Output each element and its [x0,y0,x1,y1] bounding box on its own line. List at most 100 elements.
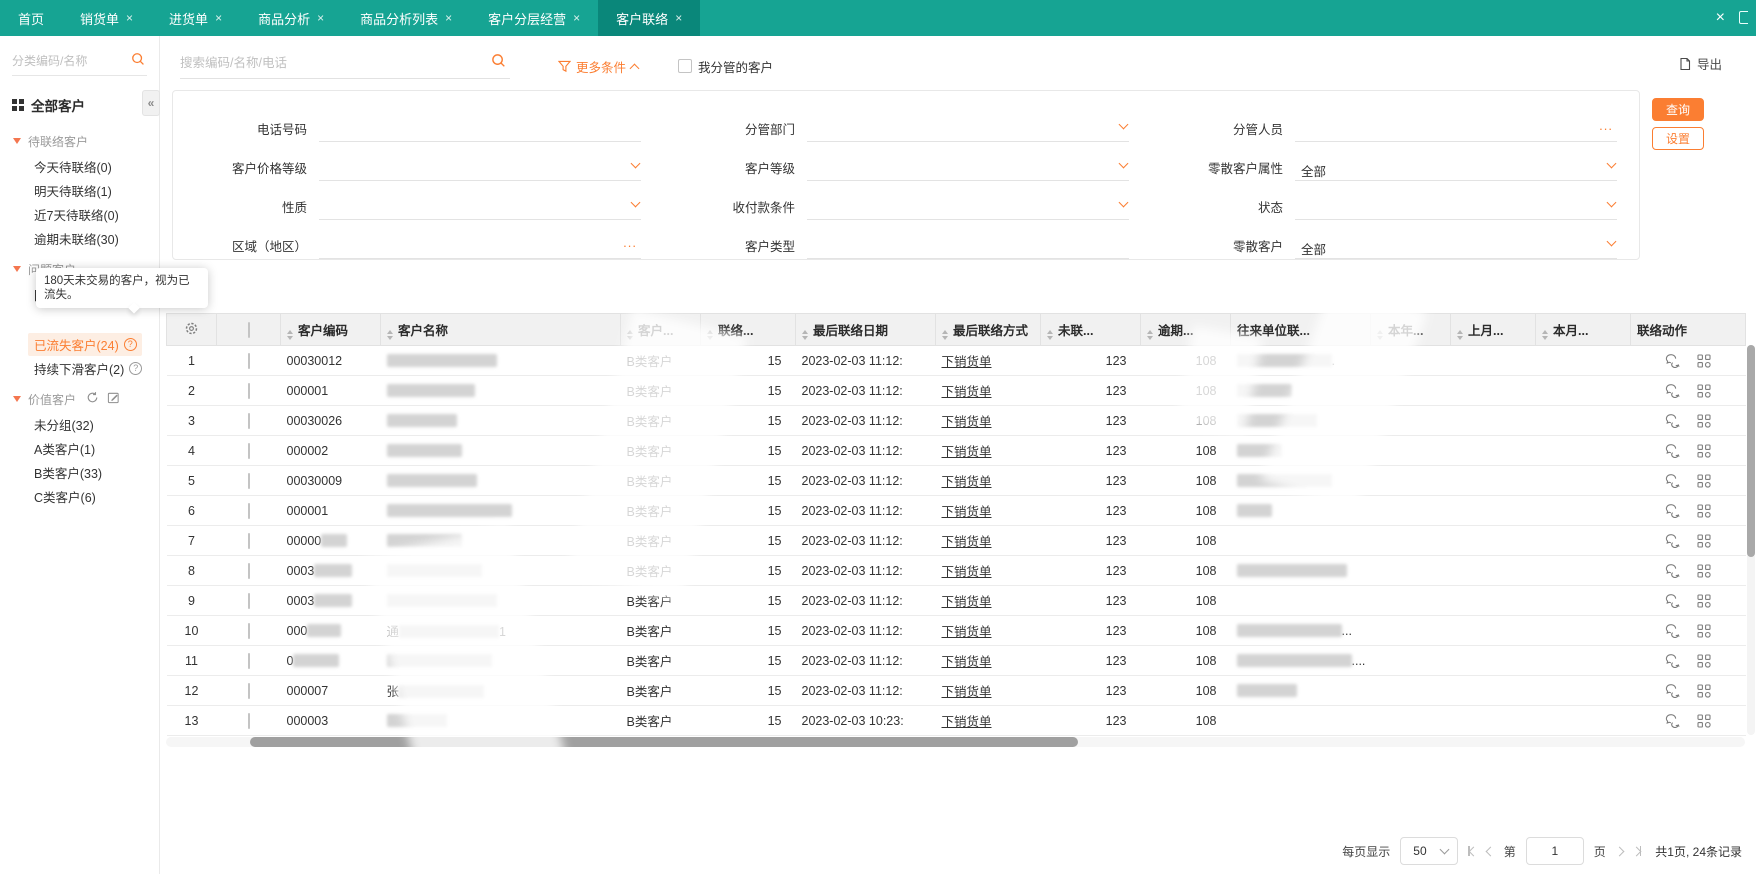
chat-action-icon[interactable] [1665,353,1681,368]
column-header-name[interactable]: 客户名称 [380,313,621,346]
customer-search-input[interactable] [180,55,470,70]
sort-icon[interactable] [1457,329,1463,340]
create-sales-order-link[interactable]: 下销货单 [942,685,992,699]
tab-进货单[interactable]: 进货单 × [151,0,240,36]
tab-销货单[interactable]: 销货单 × [62,0,151,36]
filter-field-input[interactable] [319,157,641,181]
sidebar-item-all-customers[interactable]: 全部客户 « [0,90,160,118]
row-checkbox[interactable] [247,382,250,399]
query-button[interactable]: 查询 [1652,98,1704,121]
sort-icon[interactable] [287,329,293,340]
sidebar-item-未分组(32)[interactable]: 未分组(32) [0,412,159,436]
filter-field-input[interactable] [1295,196,1617,220]
filter-field-input[interactable] [319,118,641,142]
filter-field-input[interactable]: 全部 [1295,235,1617,259]
sort-icon[interactable] [942,329,948,340]
sort-icon[interactable] [1542,329,1548,340]
apps-action-icon[interactable] [1697,353,1711,368]
apps-action-icon[interactable] [1697,653,1711,668]
create-sales-order-link[interactable]: 下销货单 [942,475,992,489]
sidebar-collapse-button[interactable]: « [142,90,160,116]
create-sales-order-link[interactable]: 下销货单 [942,595,992,609]
filter-field-input[interactable] [807,118,1129,142]
tab-overflow-icon[interactable] [1739,11,1748,25]
horizontal-scrollbar-thumb[interactable] [250,737,1078,747]
sidebar-item-B类客户(33)[interactable]: B类客户(33) [0,460,159,484]
sidebar-item-明天待联络(1)[interactable]: 明天待联络(1) [0,178,159,202]
last-page-button[interactable] [1631,846,1642,856]
sidebar-item-A类客户(1)[interactable]: A类客户(1) [0,436,159,460]
vertical-scrollbar[interactable] [1747,345,1755,735]
chevron-down-icon[interactable] [630,197,641,208]
sidebar-item-逾期未联络(30)[interactable]: 逾期未联络(30) [0,226,159,250]
chat-action-icon[interactable] [1665,383,1681,398]
filter-field-input[interactable] [807,157,1129,181]
apps-action-icon[interactable] [1697,563,1711,578]
chevron-down-icon[interactable] [630,158,641,169]
apps-action-icon[interactable] [1697,713,1711,728]
apps-action-icon[interactable] [1697,683,1711,698]
row-checkbox[interactable] [247,712,250,729]
sidebar-item-近7天待联络(0)[interactable]: 近7天待联络(0) [0,202,159,226]
chat-action-icon[interactable] [1665,653,1681,668]
chevron-down-icon[interactable] [1606,158,1617,169]
column-header-last_date[interactable]: 最后联络日期 [795,313,936,346]
filter-field-input[interactable] [807,196,1129,220]
row-checkbox[interactable] [247,472,250,489]
row-checkbox[interactable] [247,652,250,669]
chat-action-icon[interactable] [1665,593,1681,608]
tab-商品分析[interactable]: 商品分析 × [240,0,342,36]
table-settings-gear-icon[interactable] [184,322,199,339]
row-checkbox[interactable] [247,592,250,609]
chat-action-icon[interactable] [1665,683,1681,698]
create-sales-order-link[interactable]: 下销货单 [942,385,992,399]
create-sales-order-link[interactable]: 下销货单 [942,625,992,639]
create-sales-order-link[interactable]: 下销货单 [942,535,992,549]
row-checkbox[interactable] [247,532,250,549]
column-header-uncontacted[interactable]: 未联... [1040,313,1141,346]
column-header-last_month[interactable]: 上月... [1450,313,1536,346]
filter-field-input[interactable]: ... [1295,118,1617,142]
column-header-year[interactable]: 本年... [1370,313,1451,346]
chat-action-icon[interactable] [1665,503,1681,518]
chat-action-icon[interactable] [1665,473,1681,488]
apps-action-icon[interactable] [1697,473,1711,488]
per-page-select[interactable]: 50 [1400,837,1459,865]
tab-close-icon[interactable]: × [126,11,133,25]
ellipsis-picker-icon[interactable]: ... [1599,118,1613,133]
tab-首页[interactable]: 首页 [0,0,62,36]
create-sales-order-link[interactable]: 下销货单 [942,445,992,459]
tab-商品分析列表[interactable]: 商品分析列表 × [342,0,470,36]
row-checkbox[interactable] [247,442,250,459]
prev-page-button[interactable] [1485,846,1496,856]
sort-icon[interactable] [802,329,808,340]
chat-action-icon[interactable] [1665,563,1681,578]
refresh-icon[interactable] [86,391,99,407]
column-header-overdue[interactable]: 逾期... [1140,313,1231,346]
my-customers-checkbox[interactable] [678,59,693,73]
sort-icon[interactable] [1377,329,1383,340]
question-circle-icon[interactable]: ? [123,337,137,351]
sidebar-item-C类客户(6)[interactable]: C类客户(6) [0,484,159,508]
select-all-checkbox[interactable] [247,321,250,338]
column-header-checkbox[interactable] [216,313,281,346]
sort-icon[interactable] [627,329,633,340]
tab-close-icon[interactable]: × [445,11,452,25]
create-sales-order-link[interactable]: 下销货单 [942,355,992,369]
row-checkbox[interactable] [247,562,250,579]
tab-close-icon[interactable]: × [215,11,222,25]
my-customers-filter[interactable]: 我分管的客户 [678,57,773,76]
chat-action-icon[interactable] [1665,713,1681,728]
create-sales-order-link[interactable]: 下销货单 [942,715,992,729]
apps-action-icon[interactable] [1697,413,1711,428]
sort-icon[interactable] [1147,329,1153,340]
column-header-method[interactable]: 最后联络方式 [935,313,1041,346]
column-header-code[interactable]: 客户编码 [280,313,381,346]
sidebar-item-已流失客户(24)[interactable]: 已流失客户(24)? [0,332,159,356]
apps-action-icon[interactable] [1697,623,1711,638]
chat-action-icon[interactable] [1665,443,1681,458]
apps-action-icon[interactable] [1697,503,1711,518]
row-checkbox[interactable] [247,352,250,369]
row-checkbox[interactable] [247,412,250,429]
ellipsis-picker-icon[interactable]: ... [623,235,637,250]
